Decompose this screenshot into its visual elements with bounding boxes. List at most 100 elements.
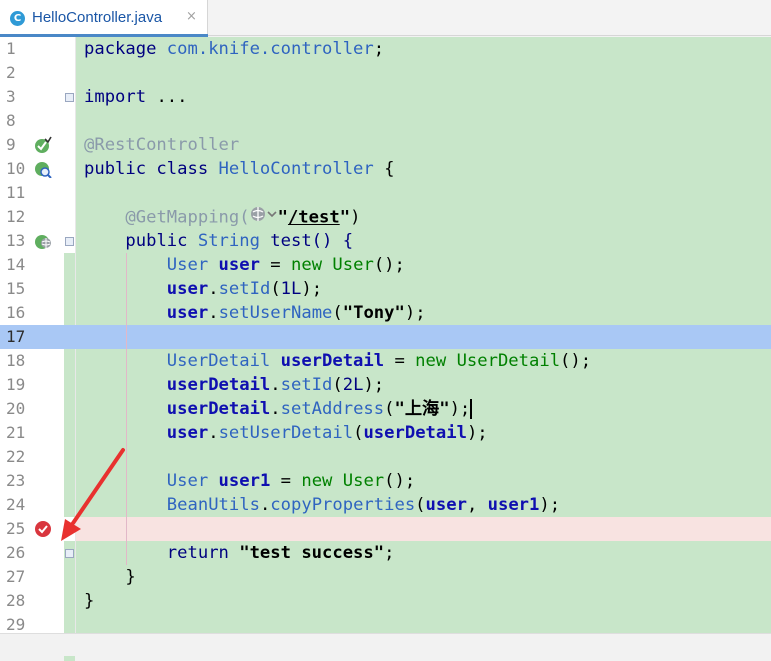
- code-token: String: [197, 231, 271, 251]
- code-token: "Tony": [342, 303, 405, 323]
- line-number[interactable]: 27: [6, 565, 46, 589]
- code-token: @GetMapping(: [125, 207, 250, 228]
- line-number[interactable]: 28: [6, 589, 46, 613]
- code-token: setUserName: [218, 303, 333, 323]
- code-line[interactable]: User user = new User();: [84, 253, 405, 277]
- code-line[interactable]: userDetail.setAddress("上海");: [84, 397, 473, 421]
- line-number[interactable]: 12: [6, 205, 46, 229]
- line-number[interactable]: 21: [6, 421, 46, 445]
- code-token: }: [84, 591, 95, 611]
- web-endpoint-icon[interactable]: [34, 232, 52, 250]
- code-token: .: [259, 495, 271, 515]
- code-token: (: [415, 495, 426, 515]
- code-token: );: [301, 279, 323, 299]
- code-token: setAddress: [280, 399, 385, 419]
- code-token: (: [332, 375, 343, 395]
- code-token: copyProperties: [270, 495, 416, 515]
- bean-check-icon[interactable]: [34, 136, 52, 154]
- line-number[interactable]: 16: [6, 301, 46, 325]
- fold-method-toggle[interactable]: [65, 237, 74, 246]
- line-number[interactable]: 24: [6, 493, 46, 517]
- code-token: user: [166, 279, 209, 299]
- code-token: user: [425, 495, 467, 515]
- code-token: (: [332, 303, 343, 323]
- web-endpoint-icon[interactable]: [250, 205, 278, 230]
- code-line[interactable]: userDetail.setId(2L);: [84, 373, 384, 397]
- line-number[interactable]: 19: [6, 373, 46, 397]
- code-token: user: [218, 255, 271, 275]
- line-number[interactable]: 11: [6, 181, 46, 205]
- annotation-arrow: [61, 448, 125, 541]
- code-line[interactable]: user.setUserDetail(userDetail);: [84, 421, 488, 445]
- line-number[interactable]: 26: [6, 541, 46, 565]
- code-line[interactable]: @RestController: [84, 133, 239, 157]
- code-token: );: [466, 423, 488, 443]
- line-number[interactable]: 8: [6, 109, 46, 133]
- code-token: "上海": [394, 399, 450, 419]
- code-token: (: [353, 423, 364, 443]
- line-number[interactable]: 18: [6, 349, 46, 373]
- code-token: ();: [373, 255, 405, 275]
- bean-search-icon[interactable]: [34, 160, 52, 179]
- code-token: "test success": [239, 543, 385, 563]
- code-token: user1: [218, 471, 281, 491]
- line-number[interactable]: 15: [6, 277, 46, 301]
- line-number[interactable]: 3: [6, 85, 46, 109]
- line-number[interactable]: 14: [6, 253, 46, 277]
- code-token: }: [84, 567, 136, 587]
- code-token: =: [280, 471, 302, 491]
- code-line[interactable]: BeanUtils.copyProperties(user, user1);: [84, 493, 560, 517]
- code-token: .: [208, 423, 219, 443]
- code-line[interactable]: public String test() {: [84, 229, 353, 253]
- code-token: ;: [384, 543, 395, 563]
- code-token: user1: [487, 495, 540, 515]
- code-line[interactable]: }: [84, 565, 136, 589]
- code-token: userDetail: [166, 375, 271, 395]
- code-token: ): [350, 207, 361, 228]
- code-line[interactable]: user.setUserName("Tony");: [84, 301, 426, 325]
- code-token: );: [539, 495, 561, 515]
- code-token: new: [291, 255, 333, 275]
- code-token: ": [277, 207, 288, 228]
- code-token: new: [301, 471, 343, 491]
- line-number[interactable]: 17: [6, 325, 46, 349]
- code-line[interactable]: public class HelloController {: [84, 157, 394, 181]
- fold-method-end-toggle[interactable]: [65, 549, 74, 558]
- code-token: (: [270, 279, 281, 299]
- code-line[interactable]: import ...: [84, 85, 187, 109]
- code-token: ": [339, 207, 351, 228]
- line-number[interactable]: 23: [6, 469, 46, 493]
- breakpoint-checked-icon[interactable]: [34, 520, 52, 538]
- code-editor[interactable]: 1 package com.knife.controller; 2 3 import .…: [0, 37, 771, 661]
- code-token: ();: [384, 471, 416, 491]
- line-number[interactable]: 20: [6, 397, 46, 421]
- code-token: ,: [466, 495, 488, 515]
- code-line[interactable]: @GetMapping("/test"): [84, 205, 360, 229]
- tab-label[interactable]: HelloController.java: [32, 9, 162, 26]
- line-number[interactable]: 1: [6, 37, 46, 61]
- tab-hellocontroller[interactable]: C HelloController.java ×: [0, 0, 208, 37]
- change-marker-strip: [64, 253, 75, 325]
- fold-imports-toggle[interactable]: [65, 93, 74, 102]
- code-token: HelloController: [218, 159, 374, 179]
- code-line[interactable]: user.setId(1L);: [84, 277, 322, 301]
- code-token: setId: [280, 375, 333, 395]
- code-line[interactable]: }: [84, 589, 94, 613]
- code-token: User: [342, 471, 385, 491]
- close-icon[interactable]: ×: [186, 9, 197, 24]
- code-token: public: [125, 231, 198, 251]
- line-number[interactable]: 2: [6, 61, 46, 85]
- code-line[interactable]: UserDetail userDetail = new UserDetail()…: [84, 349, 591, 373]
- code-token: 1L: [280, 279, 302, 299]
- code-token: .: [270, 375, 281, 395]
- code-token: setUserDetail: [218, 423, 354, 443]
- line-number[interactable]: 22: [6, 445, 46, 469]
- code-token: new: [415, 351, 457, 371]
- code-token: 2L: [342, 375, 364, 395]
- code-line[interactable]: package com.knife.controller;: [84, 37, 384, 61]
- code-token: UserDetail: [456, 351, 561, 371]
